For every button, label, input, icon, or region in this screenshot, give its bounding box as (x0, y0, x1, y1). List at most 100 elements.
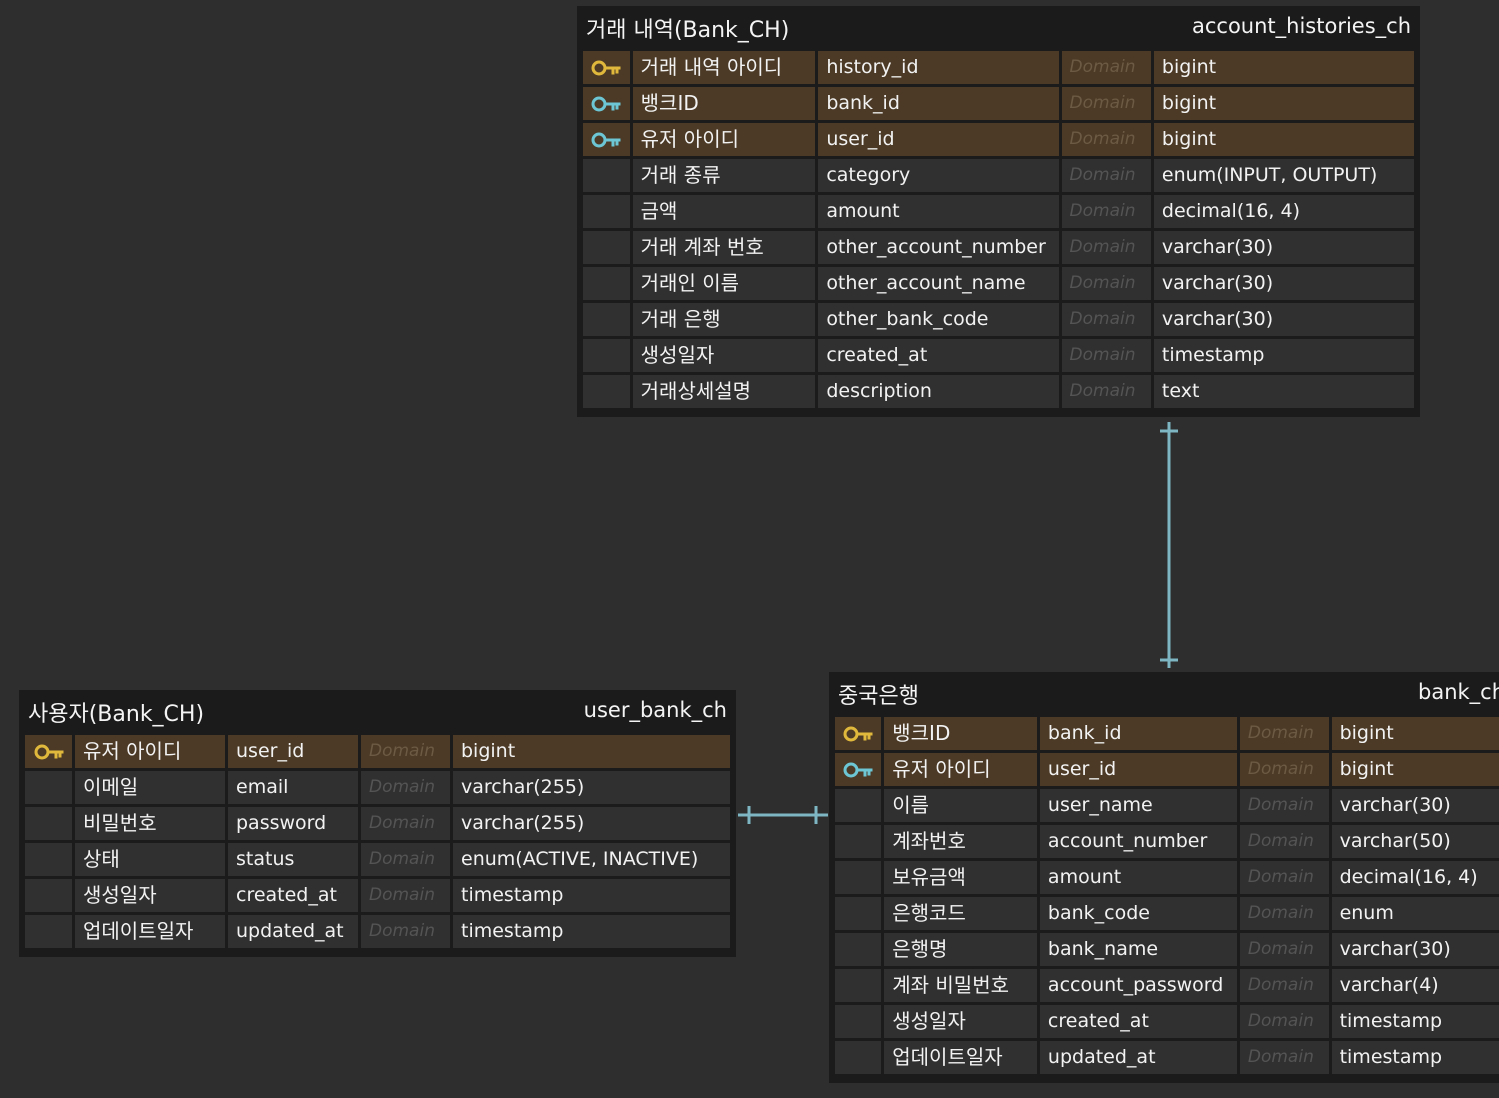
column-row[interactable]: 거래 은행 other_bank_code Domain varchar(30) (583, 303, 1414, 339)
entity-account-histories[interactable]: 거래 내역(Bank_CH) account_histories_ch 거래 내… (577, 6, 1420, 417)
key-indicator (25, 843, 72, 876)
key-indicator (583, 375, 630, 408)
column-domain: Domain (361, 879, 450, 912)
column-physical-name: history_id (818, 51, 1059, 84)
column-physical-name: status (228, 843, 358, 876)
column-data-type: bigint (1153, 87, 1414, 120)
entity-header: 거래 내역(Bank_CH) account_histories_ch (583, 6, 1414, 51)
column-physical-name: bank_id (1039, 717, 1237, 750)
column-data-type: varchar(30) (1153, 231, 1414, 264)
entity-logical-name: 거래 내역(Bank_CH) (586, 18, 790, 43)
column-row[interactable]: 거래인 이름 other_account_name Domain varchar(30… (583, 267, 1414, 303)
column-domain: Domain (1061, 195, 1151, 228)
key-indicator (835, 933, 882, 966)
column-logical-name: 생성일자 (75, 879, 225, 912)
relationship-history-bank[interactable] (1160, 422, 1178, 668)
column-row[interactable]: 생성일자 created_at Domain timestamp (835, 1005, 1499, 1041)
column-row[interactable]: 생성일자 created_at Domain timestamp (583, 339, 1414, 375)
key-indicator (583, 267, 630, 300)
column-logical-name: 이메일 (75, 771, 225, 804)
column-row[interactable]: 비밀번호 password Domain varchar(255) (25, 807, 730, 843)
column-row[interactable]: 생성일자 created_at Domain timestamp (25, 879, 730, 915)
column-physical-name: category (818, 159, 1059, 192)
column-row[interactable]: 계좌 비밀번호 account_password Domain varchar(4) (835, 969, 1499, 1005)
key-indicator (583, 87, 630, 120)
column-row[interactable]: 업데이트일자 updated_at Domain timestamp (835, 1041, 1499, 1077)
column-data-type: timestamp (1331, 1005, 1499, 1038)
column-data-type: varchar(4) (1331, 969, 1499, 1002)
column-domain: Domain (361, 771, 450, 804)
key-indicator (583, 195, 630, 228)
column-logical-name: 은행코드 (884, 897, 1037, 930)
key-indicator (835, 1005, 882, 1038)
column-logical-name: 거래 은행 (632, 303, 816, 336)
column-row[interactable]: 거래 계좌 번호 other_account_number Domain varcha… (583, 231, 1414, 267)
entity-user-bank[interactable]: 사용자(Bank_CH) user_bank_ch 유저 아이디 user_id D… (19, 690, 736, 957)
primary-key-icon (843, 726, 873, 741)
column-data-type: varchar(30) (1153, 267, 1414, 300)
column-physical-name: user_name (1039, 789, 1237, 822)
column-data-type: decimal(16, 4) (1153, 195, 1414, 228)
column-row[interactable]: 뱅크ID bank_id Domain bigint (583, 87, 1414, 123)
column-physical-name: user_id (1039, 753, 1237, 786)
column-logical-name: 유저 아이디 (632, 123, 816, 156)
column-row[interactable]: 유저 아이디 user_id Domain bigint (835, 753, 1499, 789)
column-list: 유저 아이디 user_id Domain bigint 이메일 email Domain v… (25, 735, 730, 951)
column-physical-name: bank_name (1039, 933, 1237, 966)
column-physical-name: user_id (818, 123, 1059, 156)
column-row[interactable]: 거래 내역 아이디 history_id Domain bigint (583, 51, 1414, 87)
column-row[interactable]: 금액 amount Domain decimal(16, 4) (583, 195, 1414, 231)
primary-key-icon (34, 744, 63, 759)
column-domain: Domain (1061, 231, 1151, 264)
key-indicator (835, 1041, 882, 1074)
column-domain: Domain (1239, 861, 1329, 894)
column-row[interactable]: 거래 종류 category Domain enum(INPUT, OUTPUT) (583, 159, 1414, 195)
column-domain: Domain (1061, 303, 1151, 336)
column-row[interactable]: 이메일 email Domain varchar(255) (25, 771, 730, 807)
entity-logical-name: 사용자(Bank_CH) (28, 702, 205, 727)
column-row[interactable]: 은행명 bank_name Domain varchar(30) (835, 933, 1499, 969)
key-indicator (835, 789, 882, 822)
column-physical-name: created_at (228, 879, 358, 912)
column-logical-name: 생성일자 (884, 1005, 1037, 1038)
column-row[interactable]: 업데이트일자 updated_at Domain timestamp (25, 915, 730, 951)
key-indicator (835, 753, 882, 786)
column-domain: Domain (1239, 753, 1329, 786)
column-physical-name: other_account_number (818, 231, 1059, 264)
relationship-user-bank[interactable] (738, 806, 828, 824)
column-domain: Domain (361, 843, 450, 876)
column-row[interactable]: 계좌번호 account_number Domain varchar(50) (835, 825, 1499, 861)
column-list: 거래 내역 아이디 history_id Domain bigint 뱅크ID bank_… (583, 51, 1414, 411)
column-domain: Domain (1061, 51, 1151, 84)
column-row[interactable]: 거래상세설명 description Domain text (583, 375, 1414, 411)
column-row[interactable]: 상태 status Domain enum(ACTIVE, INACTIVE) (25, 843, 730, 879)
entity-physical-name: bank_ch (1418, 680, 1499, 704)
column-domain: Domain (361, 807, 450, 840)
column-domain: Domain (1061, 159, 1151, 192)
column-data-type: bigint (453, 735, 730, 768)
column-logical-name: 거래인 이름 (632, 267, 816, 300)
column-row[interactable]: 뱅크ID bank_id Domain bigint (835, 717, 1499, 753)
column-domain: Domain (1061, 123, 1151, 156)
column-row[interactable]: 이름 user_name Domain varchar(30) (835, 789, 1499, 825)
column-physical-name: email (228, 771, 358, 804)
primary-key-icon (591, 60, 621, 75)
column-physical-name: user_id (228, 735, 358, 768)
column-logical-name: 이름 (884, 789, 1037, 822)
column-data-type: timestamp (1153, 339, 1414, 372)
column-physical-name: updated_at (228, 915, 358, 948)
key-indicator (583, 123, 630, 156)
column-row[interactable]: 유저 아이디 user_id Domain bigint (583, 123, 1414, 159)
entity-bank[interactable]: 중국은행 bank_ch 뱅크ID bank_id Domain bigint 유저 아… (829, 672, 1499, 1083)
key-indicator (583, 231, 630, 264)
column-data-type: bigint (1331, 753, 1499, 786)
column-row[interactable]: 보유금액 amount Domain decimal(16, 4) (835, 861, 1499, 897)
column-row[interactable]: 은행코드 bank_code Domain enum (835, 897, 1499, 933)
column-row[interactable]: 유저 아이디 user_id Domain bigint (25, 735, 730, 771)
column-physical-name: amount (1039, 861, 1237, 894)
column-data-type: bigint (1153, 51, 1414, 84)
key-indicator (835, 717, 882, 750)
column-data-type: text (1153, 375, 1414, 408)
column-domain: Domain (361, 735, 450, 768)
column-physical-name: description (818, 375, 1059, 408)
